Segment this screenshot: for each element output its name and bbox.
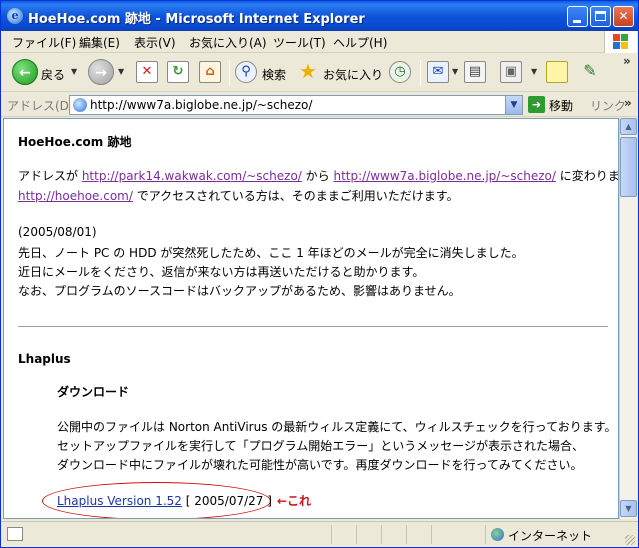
section-title: Lhaplus <box>18 352 71 366</box>
resize-grip-icon[interactable] <box>625 535 635 545</box>
links-more-icon[interactable]: » <box>624 96 632 110</box>
download-link[interactable]: Lhaplus Version 1.52 <box>57 494 182 508</box>
vertical-scrollbar[interactable]: ▲ ▼ <box>619 118 637 519</box>
status-pane-divider <box>406 525 407 544</box>
back-arrow-icon: ← <box>19 65 31 81</box>
toolbar-more-icon[interactable]: » <box>623 54 631 68</box>
menu-favorites[interactable]: お気に入り(A) <box>189 34 267 51</box>
status-pane-divider <box>431 525 432 544</box>
security-zone: インターネット <box>508 529 593 543</box>
forward-dropdown-icon[interactable]: ▼ <box>118 67 124 76</box>
menu-view[interactable]: 表示(V) <box>134 34 176 51</box>
forward-button[interactable]: → <box>88 59 114 85</box>
download-heading: ダウンロード <box>57 385 130 399</box>
links-label[interactable]: リンク <box>590 97 626 114</box>
page-status-icon <box>7 527 23 541</box>
news-date: (2005/08/01) <box>18 225 97 239</box>
move-notice-middle: から <box>301 169 334 183</box>
scroll-up-icon[interactable]: ▲ <box>620 118 637 135</box>
address-url[interactable]: http://www7a.biglobe.ne.jp/~schezo/ <box>90 98 312 112</box>
search-label[interactable]: 検索 <box>262 66 286 83</box>
news-line: 近日にメールをくださり、返信が来ない方は再送いただけると助かります。 <box>18 265 425 279</box>
go-label: 移動 <box>549 99 574 113</box>
back-dropdown-icon[interactable]: ▼ <box>71 67 77 76</box>
address-input[interactable]: http://www7a.biglobe.ne.jp/~schezo/ ▼ <box>69 95 523 115</box>
download-info-line: ダウンロード中にファイルが壊れた可能性が高いです。再度ダウンロードを行ってみてく… <box>57 458 583 472</box>
menu-bar: ファイル(F) 編集(E) 表示(V) お気に入り(A) ツール(T) ヘルプ(… <box>1 31 638 53</box>
news-line: なお、プログラムのソースコードはバックアップがあるため、影響はありません。 <box>18 284 461 298</box>
browser-window: e HoeHoe.com 跡地 - Microsoft Internet Exp… <box>0 0 639 548</box>
status-bar: インターネット <box>1 521 638 547</box>
minimize-icon <box>573 20 581 23</box>
maximize-icon <box>595 11 606 21</box>
address-dropdown-icon[interactable]: ▼ <box>505 96 522 114</box>
new-url-link[interactable]: http://www7a.biglobe.ne.jp/~schezo/ <box>333 169 555 183</box>
page-icon <box>73 98 87 112</box>
back-label[interactable]: 戻る <box>41 66 65 83</box>
favorites-star-icon[interactable]: ★ <box>297 61 319 83</box>
move-notice: アドレスが http://park14.wakwak.com/~schezo/ … <box>18 167 619 184</box>
move-notice-suffix: に変わります。 <box>559 169 619 183</box>
status-pane-divider <box>381 525 382 544</box>
edit-icon[interactable]: ▣ <box>500 61 522 83</box>
go-arrow-icon: ➜ <box>528 96 545 113</box>
mail-icon[interactable]: ✉ <box>427 61 449 83</box>
old-url-link[interactable]: http://park14.wakwak.com/~schezo/ <box>82 169 302 183</box>
ie-icon: e <box>7 8 23 24</box>
stop-icon[interactable]: ✕ <box>136 61 158 83</box>
scroll-thumb[interactable] <box>620 137 637 197</box>
menu-tools[interactable]: ツール(T) <box>273 34 326 51</box>
forward-arrow-icon: → <box>95 65 107 81</box>
discuss-icon[interactable] <box>546 61 568 83</box>
mail-dropdown-icon[interactable]: ▼ <box>452 67 458 76</box>
download-info-line: 公開中のファイルは Norton AntiVirus の最新ウィルス定義にて、ウ… <box>57 420 617 434</box>
messenger-icon[interactable]: ✎ <box>579 61 601 83</box>
standard-toolbar: ← 戻る ▼ → ▼ ✕ ↻ ⌂ ⚲ 検索 ★ お気に入り ◷ ✉ ▼ ▤ ▣ … <box>1 54 638 92</box>
hoehoe-notice-suffix: でアクセスされている方は、そのままご利用いただけます。 <box>132 189 459 203</box>
minimize-button[interactable] <box>567 6 588 27</box>
history-icon[interactable]: ◷ <box>389 61 411 83</box>
title-bar[interactable]: e HoeHoe.com 跡地 - Microsoft Internet Exp… <box>1 1 638 31</box>
close-icon: ✕ <box>618 9 629 23</box>
site-title: HoeHoe.com 跡地 <box>18 135 132 149</box>
news-line: 先日、ノート PC の HDD が突然死したため、ここ 1 年ほどのメールが完全… <box>18 246 524 260</box>
page-content: HoeHoe.com 跡地 アドレスが http://park14.wakwak… <box>3 118 619 519</box>
toolbar-separator <box>229 60 230 86</box>
print-icon[interactable]: ▤ <box>464 61 486 83</box>
download-info-line: セットアップファイルを実行して「プログラム開始エラー」というメッセージが表示され… <box>57 439 585 453</box>
back-button[interactable]: ← <box>12 59 38 85</box>
menu-file[interactable]: ファイル(F) <box>12 34 76 51</box>
edit-dropdown-icon[interactable]: ▼ <box>531 67 537 76</box>
window-title: HoeHoe.com 跡地 - Microsoft Internet Explo… <box>28 12 365 27</box>
search-icon[interactable]: ⚲ <box>235 61 257 83</box>
refresh-icon[interactable]: ↻ <box>167 61 189 83</box>
windows-flag-icon <box>613 34 629 50</box>
hoehoe-link[interactable]: http://hoehoe.com/ <box>18 189 133 203</box>
windows-logo <box>604 31 637 53</box>
annotation-arrow-text: ←これ <box>277 494 312 508</box>
hoehoe-notice: http://hoehoe.com/ でアクセスされている方は、そのままご利用い… <box>18 187 459 204</box>
maximize-button[interactable] <box>590 6 611 27</box>
move-notice-prefix: アドレスが <box>18 169 82 183</box>
download-date: [ 2005/07/27 ] <box>181 494 272 508</box>
status-pane-divider <box>331 525 332 544</box>
toolbar-separator <box>420 60 421 86</box>
address-label: アドレス(D) <box>7 99 74 113</box>
menu-help[interactable]: ヘルプ(H) <box>333 34 387 51</box>
internet-zone-icon <box>491 528 504 541</box>
status-pane-divider <box>485 525 486 544</box>
address-bar: アドレス(D) http://www7a.biglobe.ne.jp/~sche… <box>1 93 638 117</box>
divider <box>18 326 608 327</box>
home-icon[interactable]: ⌂ <box>199 61 221 83</box>
favorites-label[interactable]: お気に入り <box>323 66 383 83</box>
download-entry: Lhaplus Version 1.52 [ 2005/07/27 ] <box>57 494 272 508</box>
status-pane-divider <box>356 525 357 544</box>
scroll-down-icon[interactable]: ▼ <box>620 500 637 517</box>
menu-edit[interactable]: 編集(E) <box>79 34 120 51</box>
close-button[interactable]: ✕ <box>613 6 634 27</box>
